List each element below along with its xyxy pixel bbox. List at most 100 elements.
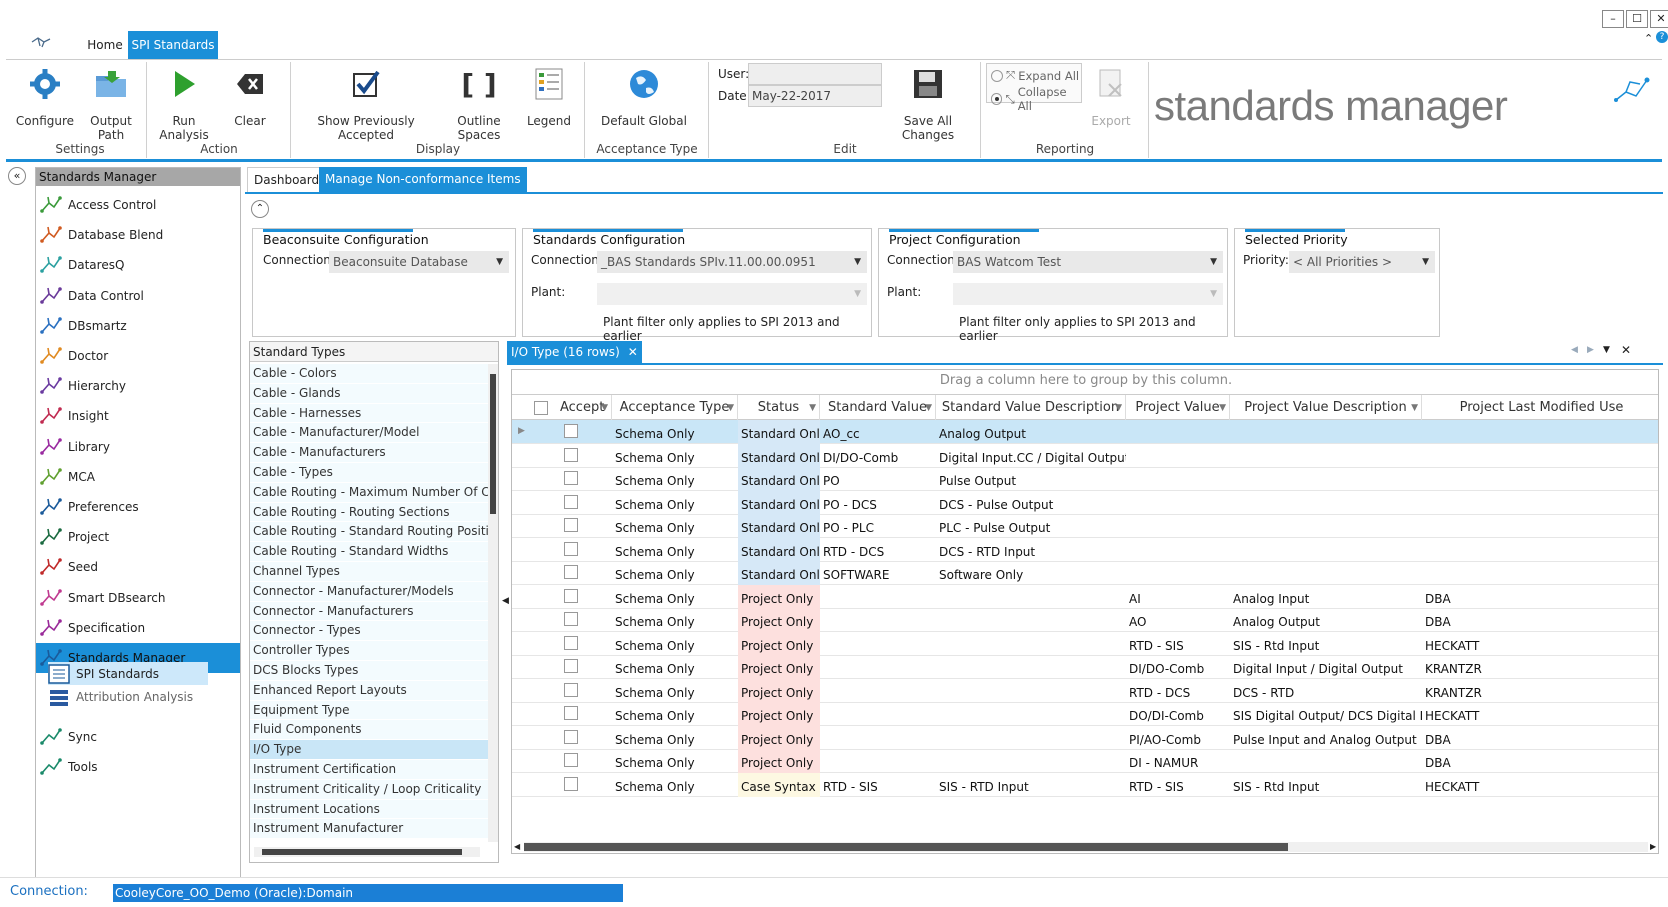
export-button[interactable]: Export <box>1088 64 1134 128</box>
standard-type-item[interactable]: Fluid Components <box>250 720 488 741</box>
nav-item-access-control[interactable]: Access Control <box>40 190 156 220</box>
standard-type-item[interactable]: Equipment Type <box>250 700 488 721</box>
tab-dashboard[interactable]: Dashboard <box>247 167 327 192</box>
standard-type-item[interactable]: Connector - Manufacturers <box>250 601 488 622</box>
nav-item-database-blend[interactable]: Database Blend <box>40 220 163 250</box>
accept-checkbox[interactable] <box>564 424 578 438</box>
filter-icon[interactable]: ▼ <box>1115 395 1122 421</box>
accept-checkbox[interactable] <box>564 471 578 485</box>
accept-checkbox[interactable] <box>564 541 578 556</box>
tab-list-dropdown-icon[interactable]: ▼ <box>1603 345 1610 355</box>
table-row[interactable]: Schema Only Standard Only SOFTWARE Software… <box>512 561 1658 586</box>
table-row[interactable]: Schema Only Standard Only PO Pulse Output <box>512 467 1658 492</box>
beaconsuite-connection-select[interactable]: Beaconsuite Database ▼ <box>329 251 509 273</box>
table-row[interactable]: Schema Only Project Only AO Analog Output DB… <box>512 608 1658 633</box>
filter-icon[interactable]: ▼ <box>601 395 608 421</box>
date-field[interactable]: May-22-2017 <box>748 85 882 107</box>
standard-types-hscroll[interactable] <box>254 847 480 857</box>
column-header-project-last-modified-use[interactable]: Project Last Modified Use <box>1422 395 1658 421</box>
standard-type-item[interactable]: Instrument Criticality / Loop Criticalit… <box>250 779 488 800</box>
column-header-acceptance-type[interactable]: Acceptance Type ▼ <box>612 395 738 421</box>
standards-plant-select[interactable]: ▼ <box>597 283 867 305</box>
filter-icon[interactable]: ▼ <box>809 395 816 421</box>
tab-spi-standards[interactable]: SPI Standards <box>128 31 218 59</box>
column-header-accept[interactable]: Accept ▼ <box>532 395 612 421</box>
nav-item-data-control[interactable]: Data Control <box>40 281 144 311</box>
scroll-right-icon[interactable]: ▶ <box>1650 842 1656 851</box>
standard-type-item[interactable]: Channel Types <box>250 561 488 582</box>
standards-connection-select[interactable]: _BAS Standards SPIv.11.00.00.0951 ▼ <box>597 251 867 273</box>
accept-checkbox[interactable] <box>564 729 578 744</box>
standard-type-item[interactable]: Instrument Certification <box>250 759 488 780</box>
configure-button[interactable]: Configure <box>14 64 76 128</box>
standard-type-item[interactable]: Cable - Harnesses <box>250 403 488 424</box>
standard-type-item[interactable]: Cable - Manufacturers <box>250 443 488 463</box>
scroll-tabs-left-icon[interactable]: ◀ <box>1571 345 1578 355</box>
save-all-changes-button[interactable]: Save All Changes <box>880 64 976 142</box>
accept-checkbox[interactable] <box>564 447 578 462</box>
clear-button[interactable]: Clear <box>224 64 276 128</box>
table-row[interactable]: Schema Only Project Only DI - NAMUR DBA <box>512 749 1658 774</box>
nav-subitem-attribution-analysis[interactable]: Attribution Analysis <box>48 685 208 708</box>
nav-item-hierarchy[interactable]: Hierarchy <box>40 371 126 401</box>
table-row[interactable]: Schema Only Standard Only DI/DO-Comb Digita… <box>512 443 1658 468</box>
grid-hscroll[interactable] <box>524 842 1648 852</box>
accept-checkbox[interactable] <box>564 588 578 603</box>
standard-type-item[interactable]: Connector - Manufacturer/Models <box>250 581 488 602</box>
standard-type-item[interactable]: Cable Routing - Routing Sections <box>250 502 488 523</box>
table-row[interactable]: Schema Only Project Only AI Analog Input DBA <box>512 584 1658 609</box>
column-header-standard-value-description[interactable]: Standard Value Description ▼ <box>936 395 1126 421</box>
column-header-project-value[interactable]: Project Value ▼ <box>1126 395 1230 421</box>
standard-type-item[interactable]: Cable Routing - Maximum Number Of Cable <box>250 482 498 503</box>
nav-item-dbsmartz[interactable]: DBsmartz <box>40 311 127 341</box>
table-row[interactable]: Schema Only Standard Only PO - DCS DCS - Pu… <box>512 490 1658 515</box>
user-field[interactable] <box>748 63 882 85</box>
standard-type-item[interactable]: Cable - Manufacturer/Model <box>250 423 488 444</box>
project-plant-select[interactable]: ▼ <box>953 283 1223 305</box>
nav-item-seed[interactable]: Seed <box>40 552 98 582</box>
standard-type-item[interactable]: I/O Type <box>250 740 488 760</box>
scroll-left-icon[interactable]: ◀ <box>514 842 520 851</box>
column-header-standard-value[interactable]: Standard Value ▼ <box>820 395 936 421</box>
nav-item-smart-dbsearch[interactable]: Smart DBsearch <box>40 583 165 613</box>
table-row[interactable]: Schema Only Project Only RTD - SIS SIS - Rt… <box>512 631 1658 656</box>
accept-checkbox[interactable] <box>564 565 578 579</box>
accept-checkbox[interactable] <box>564 494 578 509</box>
nav-item-library[interactable]: Library <box>40 432 110 462</box>
nav-item-mca[interactable]: MCA <box>40 462 95 492</box>
close-all-tabs-icon[interactable]: ✕ <box>1621 343 1631 357</box>
tab-manage-nonconformance[interactable]: Manage Non-conformance Items <box>319 167 527 192</box>
help-icon[interactable]: ? <box>1656 31 1668 43</box>
table-row[interactable]: Schema Only Standard Only RTD - DCS DCS - R… <box>512 537 1658 562</box>
project-connection-select[interactable]: BAS Watcom Test ▼ <box>953 251 1223 273</box>
accept-checkbox[interactable] <box>564 682 578 697</box>
standard-type-item[interactable]: Controller Types <box>250 641 488 661</box>
splitter-arrow-icon[interactable]: ◀ <box>502 596 509 606</box>
table-row[interactable]: Schema Only Standard Only PO - PLC PLC - Pu… <box>512 514 1658 539</box>
nav-item-sync[interactable]: Sync <box>40 722 97 752</box>
accept-checkbox[interactable] <box>564 518 578 532</box>
table-row[interactable]: Schema Only Project Only DO/DI-Comb SIS Dig… <box>512 702 1658 727</box>
collapse-all-radio[interactable]: ⤡ Collapse All <box>991 85 1081 113</box>
table-row[interactable]: ▶ Schema Only Standard Only AO_cc Analog Out… <box>512 420 1658 445</box>
show-previously-accepted-button[interactable]: Show Previously Accepted <box>296 64 436 142</box>
nav-item-specification[interactable]: Specification <box>40 613 145 643</box>
standard-type-item[interactable]: Cable Routing - Standard Widths <box>250 542 488 562</box>
table-row[interactable]: Schema Only Project Only DI/DO-Comb Digital… <box>512 655 1658 680</box>
close-tab-icon[interactable]: ✕ <box>628 341 638 363</box>
column-header-status[interactable]: Status ▼ <box>738 395 820 421</box>
filter-icon[interactable]: ▼ <box>925 395 932 421</box>
table-row[interactable]: Schema Only Case Syntax RTD - SIS SIS - RTD… <box>512 772 1658 797</box>
standard-type-item[interactable]: Instrument Manufacturer <box>250 819 488 840</box>
expand-all-radio[interactable]: ⤧ Expand All ⤡ Collapse All <box>986 63 1082 113</box>
collapse-config-button[interactable]: ⌃ <box>251 200 269 218</box>
standard-type-item[interactable]: Cable - Colors <box>250 364 488 384</box>
output-path-button[interactable]: Output Path <box>76 64 146 142</box>
close-button[interactable]: ✕ <box>1650 10 1668 28</box>
collapse-nav-button[interactable]: « <box>8 167 26 185</box>
nav-item-insight[interactable]: Insight <box>40 401 109 431</box>
standard-type-item[interactable]: DCS Blocks Types <box>250 660 488 681</box>
nav-item-dataresq[interactable]: DataresQ <box>40 250 124 280</box>
nav-item-project[interactable]: Project <box>40 522 109 552</box>
standard-types-vscroll[interactable] <box>488 364 498 842</box>
